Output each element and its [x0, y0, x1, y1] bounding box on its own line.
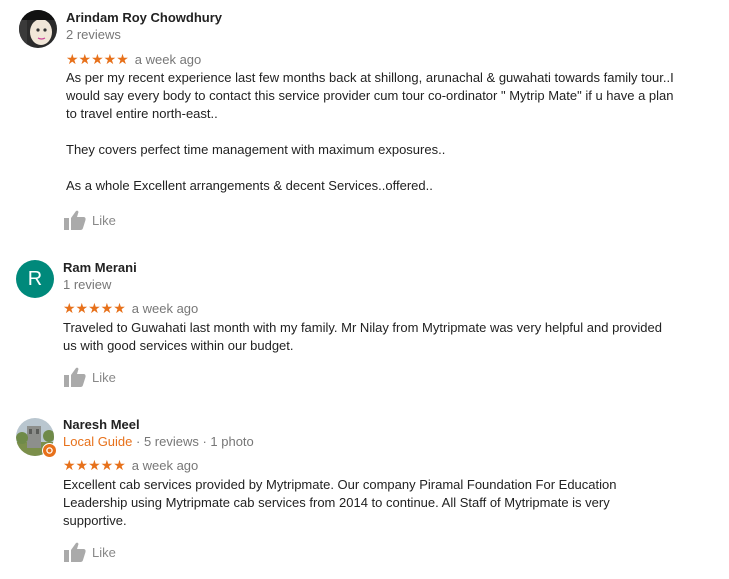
review-card: R Ram Merani 1 review ★★★★★ a week ago Tr…: [0, 255, 729, 405]
like-label: Like: [92, 369, 116, 385]
star-rating: ★★★★★: [66, 51, 129, 67]
like-label: Like: [92, 212, 116, 228]
avatar-photo: [19, 10, 57, 48]
review-card: Arindam Roy Chowdhury 2 reviews ★★★★★ a w…: [0, 0, 729, 245]
local-guide-label: Local Guide: [63, 434, 133, 449]
review-paragraph: As per my recent experience last few mon…: [66, 70, 674, 121]
thumbs-up-icon: [64, 367, 86, 387]
review-paragraph: Traveled to Guwahati last month with my …: [63, 320, 662, 353]
like-button[interactable]: Like: [64, 210, 116, 230]
thumbs-up-icon: [64, 542, 86, 562]
rating-row: ★★★★★ a week ago: [66, 51, 201, 68]
review-date: a week ago: [131, 458, 199, 473]
local-guide-badge-icon: [42, 443, 57, 458]
review-text: Excellent cab services provided by Mytri…: [63, 476, 633, 530]
star-rating: ★★★★★: [63, 457, 126, 473]
reviewer-stats: · 5 reviews · 1 photo: [132, 434, 254, 449]
reviewer-meta: 1 review: [63, 277, 112, 292]
thumbs-up-icon: [64, 210, 86, 230]
like-button[interactable]: Like: [64, 367, 116, 387]
like-label: Like: [92, 544, 116, 560]
reviewer-meta: 2 reviews: [66, 27, 121, 42]
review-paragraph: As a whole Excellent arrangements & dece…: [66, 178, 433, 193]
avatar[interactable]: R: [16, 260, 54, 298]
rating-row: ★★★★★ a week ago: [63, 457, 198, 474]
rating-row: ★★★★★ a week ago: [63, 300, 198, 317]
star-rating: ★★★★★: [63, 300, 126, 316]
review-card: Naresh Meel Local Guide · 5 reviews · 1 …: [0, 412, 729, 579]
review-date: a week ago: [131, 301, 199, 316]
reviewer-name[interactable]: Naresh Meel: [63, 417, 140, 432]
avatar[interactable]: [19, 10, 57, 48]
review-text: Traveled to Guwahati last month with my …: [63, 319, 673, 355]
review-paragraph: They covers perfect time management with…: [66, 142, 446, 157]
avatar[interactable]: [16, 418, 57, 458]
review-date: a week ago: [134, 52, 202, 67]
reviewer-meta: Local Guide · 5 reviews · 1 photo: [63, 434, 254, 449]
reviewer-name[interactable]: Ram Merani: [63, 260, 137, 275]
reviewer-name[interactable]: Arindam Roy Chowdhury: [66, 10, 222, 25]
review-text: As per my recent experience last few mon…: [66, 69, 676, 195]
review-paragraph: Excellent cab services provided by Mytri…: [63, 477, 617, 528]
like-button[interactable]: Like: [64, 542, 116, 562]
